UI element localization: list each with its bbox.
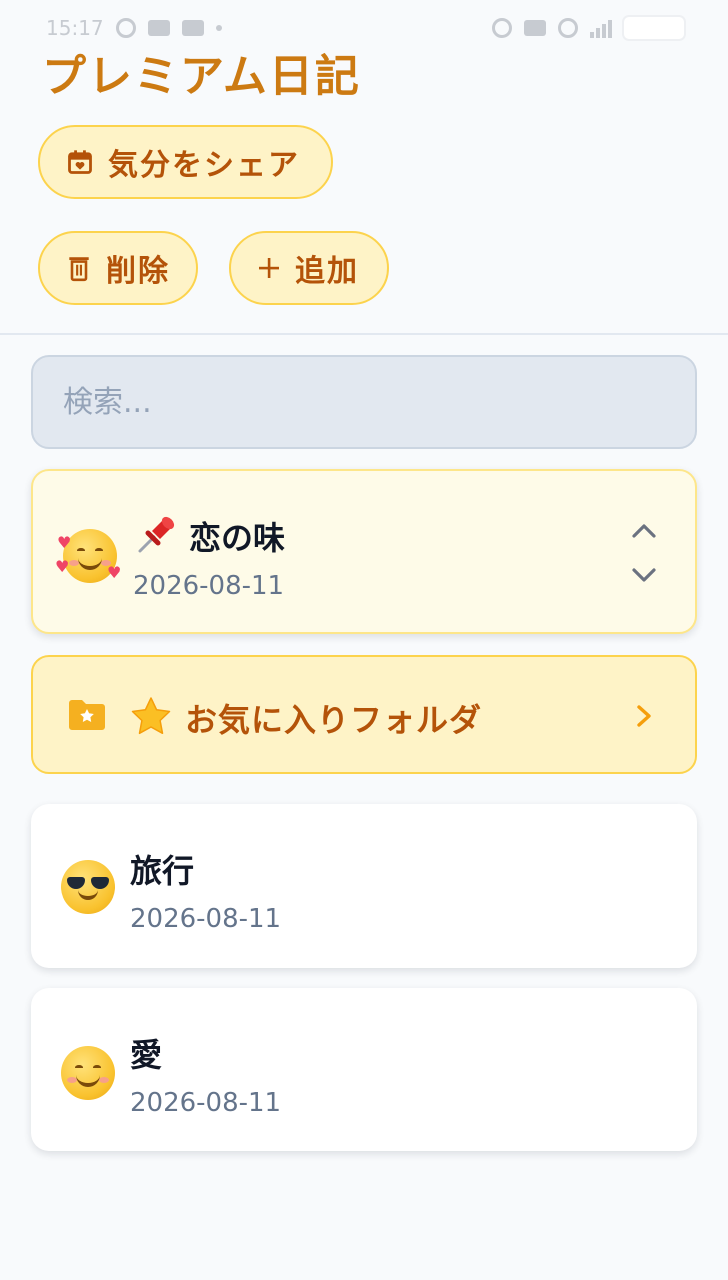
bed-icon — [524, 20, 546, 36]
entry-date: 2026-08-11 — [130, 904, 282, 934]
page-title: プレミアム日記 — [42, 51, 361, 102]
add-label: 追加 — [295, 254, 359, 289]
add-entry-button[interactable]: 追加 — [229, 231, 389, 305]
pinned-entry-card[interactable]: ♥ ♥ ♥ 恋の味 2026-08-11 — [31, 469, 697, 634]
folder-star-icon — [69, 700, 105, 730]
entry-date: 2026-08-11 — [130, 1088, 282, 1118]
status-bar-left: 15:17 — [46, 16, 222, 40]
smiling-face-with-hearts-icon: ♥ ♥ ♥ — [55, 529, 121, 583]
favorites-folder-label: お気に入りフォルダ — [185, 701, 483, 739]
video-notification-icon — [181, 20, 204, 36]
battery-icon — [624, 17, 684, 39]
share-mood-button[interactable]: 気分をシェア — [38, 125, 333, 199]
header-divider — [0, 333, 728, 335]
hotspot-icon — [558, 18, 578, 38]
favorites-folder-row[interactable]: お気に入りフォルダ — [31, 655, 697, 774]
entry-card-love[interactable]: 愛 2026-08-11 — [31, 988, 697, 1151]
status-time: 15:17 — [46, 16, 104, 40]
search-input[interactable] — [31, 355, 697, 449]
star-icon — [131, 697, 171, 735]
diary-app-screen: 15:17 プレミアム日記 気分をシェア 削除 追加 検索... ♥ ♥ ♥ 恋… — [0, 0, 728, 1280]
smiling-face-icon — [61, 1046, 115, 1100]
status-bar-right — [492, 17, 684, 39]
calendar-heart-icon — [68, 150, 92, 174]
do-not-disturb-icon — [492, 18, 512, 38]
signal-icon — [590, 18, 612, 38]
entry-title: 愛 — [130, 1036, 163, 1074]
entry-title: 恋の味 — [189, 519, 286, 557]
notification-icon — [115, 18, 136, 38]
trash-icon — [69, 257, 89, 282]
entry-card-travel[interactable]: 旅行 2026-08-11 — [31, 804, 697, 968]
chevron-right-icon — [637, 705, 651, 727]
move-down-button[interactable] — [629, 563, 659, 587]
more-notifications-icon — [215, 25, 222, 31]
entry-title: 旅行 — [130, 852, 195, 890]
delete-button[interactable]: 削除 — [38, 231, 198, 305]
delete-label: 削除 — [106, 254, 170, 289]
share-mood-label: 気分をシェア — [108, 148, 300, 183]
plus-icon — [259, 258, 279, 278]
app-notification-icon — [147, 20, 170, 36]
pushpin-icon — [138, 516, 175, 553]
move-up-button[interactable] — [629, 519, 659, 543]
entry-date: 2026-08-11 — [133, 571, 285, 601]
sunglasses-face-icon — [61, 860, 115, 914]
